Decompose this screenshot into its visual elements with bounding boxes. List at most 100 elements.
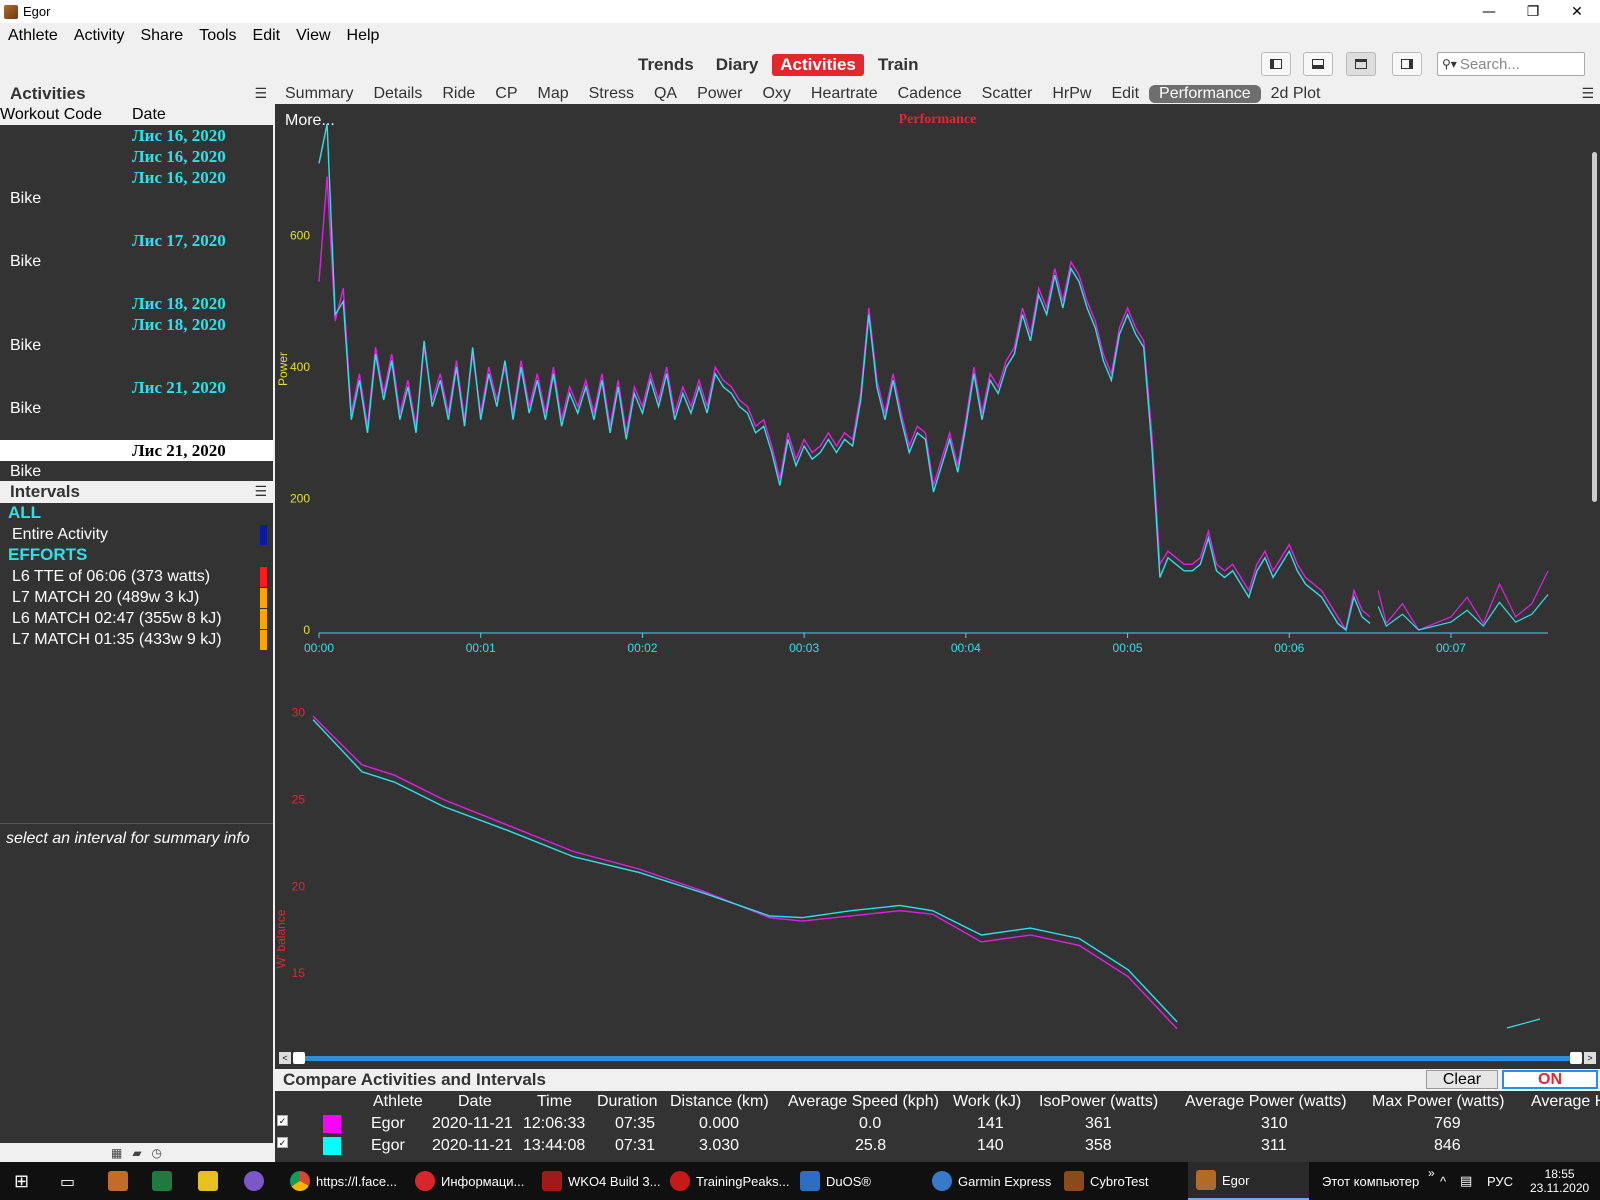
taskbar-chrome[interactable]: https://l.face... [290,1162,397,1200]
interval-effort[interactable]: L7 MATCH 20 (489w 3 kJ) [0,587,273,608]
tiled-layout-button[interactable] [1392,52,1422,76]
activities-menu-icon[interactable]: ☰ [254,86,267,102]
taskbar-wko4[interactable]: WKO4 Build 3... [542,1162,660,1200]
menu-tools[interactable]: Tools [191,27,244,45]
interval-entire-activity[interactable]: Entire Activity [0,524,273,545]
chart-horizontal-scrollbar[interactable]: < > [275,1050,1600,1066]
taskbar-excel[interactable] [152,1162,172,1200]
timer-icon[interactable]: ◷ [152,1146,162,1160]
compare-row[interactable]: ✓ Egor 2020-11-21 12:06:33 07:35 0.000 0… [275,1113,1600,1135]
activity-row[interactable]: Лис 16, 2020 [0,167,273,188]
language-indicator[interactable]: РУС [1487,1162,1513,1200]
tray-overflow-icon[interactable]: » [1428,1154,1435,1192]
activity-code-row[interactable]: Bike [0,188,273,209]
activity-row[interactable]: Лис 16, 2020 [0,125,273,146]
restore-button[interactable]: ❐ [1510,0,1556,23]
col-avg-power[interactable]: Average Power (watts) [1185,1093,1347,1111]
taskbar-cybrotest[interactable]: CybroTest [1064,1162,1149,1200]
compare-row-color[interactable] [323,1115,341,1133]
taskbar-app-pinned[interactable] [108,1162,128,1200]
taskbar-viber[interactable] [244,1162,264,1200]
clear-button[interactable]: Clear [1426,1070,1498,1089]
tray-computer-label[interactable]: Этот компьютер [1322,1162,1419,1200]
scroll-track[interactable] [295,1056,1580,1061]
start-button[interactable]: ⊞ [14,1162,29,1200]
taskbar-trainingpeaks[interactable]: TrainingPeaks... [670,1162,789,1200]
menu-athlete[interactable]: Athlete [0,27,66,45]
task-view-button[interactable]: ▭ [60,1162,75,1200]
menu-edit[interactable]: Edit [245,27,289,45]
compare-on-toggle[interactable]: ON [1502,1070,1598,1089]
activity-row[interactable]: Лис 21, 2020 [0,377,273,398]
activity-row[interactable]: Лис 16, 2020 [0,146,273,167]
tab-train[interactable]: Train [870,54,927,76]
activity-row[interactable]: Лис 17, 2020 [0,230,273,251]
compare-row-color[interactable] [323,1137,341,1155]
toggle-sidebar-button[interactable] [1261,52,1291,76]
compare-row-checkbox[interactable]: ✓ [277,1137,288,1148]
subtab-cadence[interactable]: Cadence [888,85,972,103]
menu-share[interactable]: Share [132,27,191,45]
subtab-hrpw[interactable]: HrPw [1042,85,1101,103]
scroll-handle-left[interactable] [293,1052,305,1064]
scroll-left-button[interactable]: < [279,1052,291,1064]
subtab-scatter[interactable]: Scatter [972,85,1043,103]
interval-effort[interactable]: L6 TTE of 06:06 (373 watts) [0,566,273,587]
calendar-icon[interactable]: ▦ [111,1146,122,1160]
tray-up-icon[interactable]: ^ [1440,1162,1446,1200]
intervals-menu-icon[interactable]: ☰ [254,484,267,500]
subtab-cp[interactable]: CP [485,85,527,103]
menu-help[interactable]: Help [339,27,388,45]
taskbar-egor[interactable]: Egor [1188,1162,1310,1200]
subtab-map[interactable]: Map [528,85,579,103]
taskbar-info[interactable]: Информаци... [415,1162,524,1200]
subtab-edit[interactable]: Edit [1101,85,1149,103]
col-date[interactable]: Date [132,106,166,124]
menu-activity[interactable]: Activity [66,27,133,45]
taskbar-garmin[interactable]: Garmin Express [932,1162,1051,1200]
activity-code-row[interactable]: Bike [0,335,273,356]
subtab-power[interactable]: Power [687,85,752,103]
subtab-2d-plot[interactable]: 2d Plot [1261,85,1331,103]
activity-row[interactable]: Лис 18, 2020 [0,314,273,335]
activity-code-row[interactable]: Bike [0,251,273,272]
subtab-performance[interactable]: Performance [1149,84,1261,103]
interval-effort[interactable]: L6 MATCH 02:47 (355w 8 kJ) [0,608,273,629]
activity-row[interactable]: Лис 18, 2020 [0,293,273,314]
col-workout-code[interactable]: Workout Code [0,106,132,124]
taskbar-batman-app[interactable] [198,1162,218,1200]
tabbed-layout-button[interactable] [1346,52,1376,76]
interval-group-efforts[interactable]: EFFORTS [0,545,273,566]
minimize-button[interactable]: — [1466,0,1512,23]
col-max-power[interactable]: Max Power (watts) [1372,1093,1504,1111]
subtabs-menu-icon[interactable]: ☰ [1581,86,1594,102]
activity-row-selected[interactable]: Лис 21, 2020 [0,440,273,461]
notification-icon[interactable]: ▤ [1460,1162,1472,1200]
subtab-summary[interactable]: Summary [275,85,363,103]
col-isopower[interactable]: IsoPower (watts) [1039,1093,1158,1111]
tab-diary[interactable]: Diary [708,54,767,76]
col-distance[interactable]: Distance (km) [670,1093,769,1111]
subtab-qa[interactable]: QA [644,85,687,103]
clock[interactable]: 18:55 23.11.2020 [1530,1162,1589,1200]
scroll-handle-right[interactable] [1570,1052,1582,1064]
folder-icon[interactable]: ▰ [132,1146,141,1160]
compare-row[interactable]: ✓ Egor 2020-11-21 13:44:08 07:31 3.030 2… [275,1135,1600,1157]
col-time[interactable]: Time [537,1093,572,1111]
subtab-stress[interactable]: Stress [579,85,644,103]
taskbar-duos[interactable]: DuOS® [800,1162,871,1200]
scroll-right-button[interactable]: > [1584,1052,1596,1064]
toggle-bottom-button[interactable] [1303,52,1333,76]
col-duration[interactable]: Duration [597,1093,657,1111]
col-avg-speed[interactable]: Average Speed (kph) [788,1093,939,1111]
compare-row-checkbox[interactable]: ✓ [277,1115,288,1126]
menu-view[interactable]: View [288,27,338,45]
subtab-oxy[interactable]: Oxy [752,85,800,103]
close-button[interactable]: ✕ [1554,0,1600,23]
col-avg-hr[interactable]: Average H [1531,1093,1600,1111]
search-input[interactable]: ⚲▾ Search... [1437,52,1585,76]
subtab-ride[interactable]: Ride [432,85,485,103]
tab-activities[interactable]: Activities [772,54,864,76]
col-work[interactable]: Work (kJ) [953,1093,1021,1111]
tab-trends[interactable]: Trends [630,54,702,76]
